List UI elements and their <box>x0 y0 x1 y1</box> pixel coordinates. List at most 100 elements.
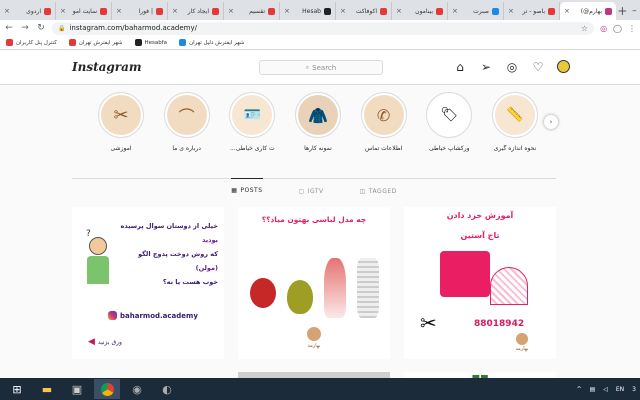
highlight-item[interactable]: 🪪 ...ت کاری خیاطی <box>221 85 283 165</box>
close-icon[interactable]: × <box>508 7 514 15</box>
browser-tab[interactable]: × اکوفاکت <box>336 2 392 20</box>
browser-tab[interactable]: × تقسیم <box>224 2 280 20</box>
heart-icon[interactable]: ♡ <box>531 60 545 74</box>
start-icon[interactable]: ⊞ <box>4 379 30 399</box>
close-icon[interactable]: × <box>60 7 66 15</box>
browser-tab[interactable]: × بینامون <box>392 2 448 20</box>
highlight-item[interactable]: 📏 نحوه اندازه گیری <box>484 85 546 165</box>
browser-tab[interactable]: × اردوی <box>0 2 56 20</box>
browser-tab-active[interactable]: × (@بهارم <box>560 2 616 20</box>
minimize-icon[interactable]: – <box>629 2 640 20</box>
volume-icon[interactable]: ◁ <box>603 386 608 393</box>
scissors-icon: ✂ <box>420 311 437 335</box>
workshop-icon: 🏷 <box>429 95 470 135</box>
arrow-left-icon: ◀ <box>88 337 95 347</box>
close-icon[interactable]: × <box>172 7 178 15</box>
browser-tab[interactable]: × ایجاد کار <box>168 2 224 20</box>
url-field[interactable]: 🔒 instagram.com/baharmod.academy/ ☆ <box>52 21 595 35</box>
post-tile[interactable]: آموزش خرد دادن تاج آستین ▣ ✂ 88018942 به… <box>404 207 556 359</box>
instagram-header: Instagram ⌕ Search ⌂ ➢ ◎ ♡ <box>0 51 640 85</box>
direct-icon[interactable]: ➢ <box>479 60 493 74</box>
bookmark-item[interactable]: شهر ایفترش دلیل تهران <box>179 39 244 46</box>
grid-icon: ▦ <box>231 187 238 194</box>
bookmark-item[interactable]: شهر ایفترش تهران <box>68 39 123 46</box>
home-icon[interactable]: ⌂ <box>453 60 467 74</box>
clock[interactable]: 3 <box>632 386 636 393</box>
close-icon[interactable]: × <box>340 7 346 15</box>
tab-posts[interactable]: ▦ POSTS <box>231 178 263 202</box>
highlight-item[interactable]: ⌒ درباره ی ما <box>156 85 218 165</box>
story-highlights: 📏 نحوه اندازه گیری 🏷 ورکشاپ خیاطی ✆ اطلا… <box>72 85 556 165</box>
profile-icon[interactable]: ◯ <box>613 24 622 33</box>
post-text: بودید <box>201 236 218 244</box>
app-icon[interactable]: ◐ <box>154 379 180 399</box>
network-icon[interactable]: ▤ <box>590 386 596 393</box>
close-icon[interactable]: × <box>564 7 570 15</box>
close-icon[interactable]: × <box>228 7 234 15</box>
close-icon[interactable]: × <box>4 7 10 15</box>
bookmark-item[interactable]: کنترل پنل کاربران <box>6 39 57 46</box>
post-tile[interactable]: ? خیلی از دوستان سوال پرسیده بودید که رو… <box>72 207 224 359</box>
chevron-right-icon[interactable]: › <box>544 115 558 129</box>
close-icon[interactable]: × <box>396 7 402 15</box>
coat-icon: 🧥 <box>297 95 338 135</box>
post-tile[interactable]: چه مدل لباسی بهتون میاد؟؟ بهارمد <box>238 207 390 359</box>
tab-favicon-icon <box>436 7 443 15</box>
close-icon[interactable]: × <box>452 7 458 15</box>
tab-favicon-icon <box>100 7 107 15</box>
phone-number: 88018942 <box>474 319 525 329</box>
highlight-item[interactable]: ✆ اطلاعات تماس <box>353 85 415 165</box>
star-icon[interactable]: ☆ <box>581 24 588 33</box>
address-bar-row: ← → ↻ 🔒 instagram.com/baharmod.academy/ … <box>0 20 640 36</box>
browser-tab[interactable]: × فوراً | <box>112 2 168 20</box>
brand-logo: بهارمد <box>508 333 536 352</box>
instagram-logo[interactable]: Instagram <box>72 60 142 74</box>
bookmark-favicon-icon <box>134 39 142 46</box>
reload-icon[interactable]: ↻ <box>36 23 46 33</box>
tab-igtv[interactable]: ▢ IGTV <box>299 179 324 203</box>
forward-icon[interactable]: → <box>20 23 30 33</box>
camera-icon: ▣ <box>542 210 550 219</box>
browser-tab[interactable]: × صبرت <box>448 2 504 20</box>
tab-favicon-icon <box>492 7 499 15</box>
media-icon[interactable]: ◉ <box>124 379 150 399</box>
tab-tagged[interactable]: ◫ TAGGED <box>360 179 397 203</box>
app-window-icon[interactable]: ▣ <box>64 379 90 399</box>
chrome-icon[interactable] <box>94 379 120 399</box>
bookmark-favicon-icon <box>6 39 13 46</box>
post-text: که روش دوخت پدوچ الگو <box>138 250 218 258</box>
close-icon[interactable]: × <box>116 7 122 15</box>
lock-icon: 🔒 <box>58 24 66 32</box>
body-shapes-illustration <box>244 231 384 326</box>
chevron-up-icon[interactable]: ^ <box>577 386 582 393</box>
browser-tab[interactable]: × باصو - تر <box>504 2 560 20</box>
instagram-icon <box>108 311 117 320</box>
new-tab-button[interactable]: + <box>616 2 629 20</box>
menu-icon[interactable]: ⋮ <box>628 24 636 33</box>
file-explorer-icon[interactable]: ▬ <box>34 379 60 399</box>
bookmark-favicon-icon <box>68 39 76 46</box>
highlight-item[interactable]: ✂ آموزشی <box>90 85 152 165</box>
extension-icon[interactable]: ◎ <box>600 24 607 33</box>
highlight-item[interactable]: 🧥 نمونه کارها <box>287 85 349 165</box>
sleeve-pattern-illustration <box>424 251 534 307</box>
profile-avatar[interactable] <box>557 60 570 73</box>
browser-tab[interactable]: × Hesab <box>280 2 336 20</box>
tab-favicon-icon <box>380 7 387 15</box>
close-icon[interactable]: × <box>284 7 290 15</box>
explore-icon[interactable]: ◎ <box>505 60 519 74</box>
language-indicator[interactable]: EN <box>616 386 624 393</box>
scissors-icon: ✂ <box>101 95 141 135</box>
url-text: instagram.com/baharmod.academy/ <box>69 24 197 32</box>
highlight-item[interactable]: 🏷 ورکشاپ خیاطی <box>418 85 480 165</box>
back-icon[interactable]: ← <box>4 23 14 33</box>
business-card-icon: 🪪 <box>232 95 273 135</box>
search-input[interactable]: ⌕ Search <box>259 60 383 75</box>
tag-icon: ◫ <box>359 187 366 195</box>
bookmark-favicon-icon <box>179 39 187 46</box>
bookmark-item[interactable]: Hesabfa <box>134 39 167 46</box>
browser-tab[interactable]: × سایت آمو <box>56 2 112 20</box>
tab-favicon-icon <box>156 7 163 15</box>
igtv-icon: ▢ <box>298 187 305 195</box>
search-icon: ⌕ <box>305 63 310 71</box>
